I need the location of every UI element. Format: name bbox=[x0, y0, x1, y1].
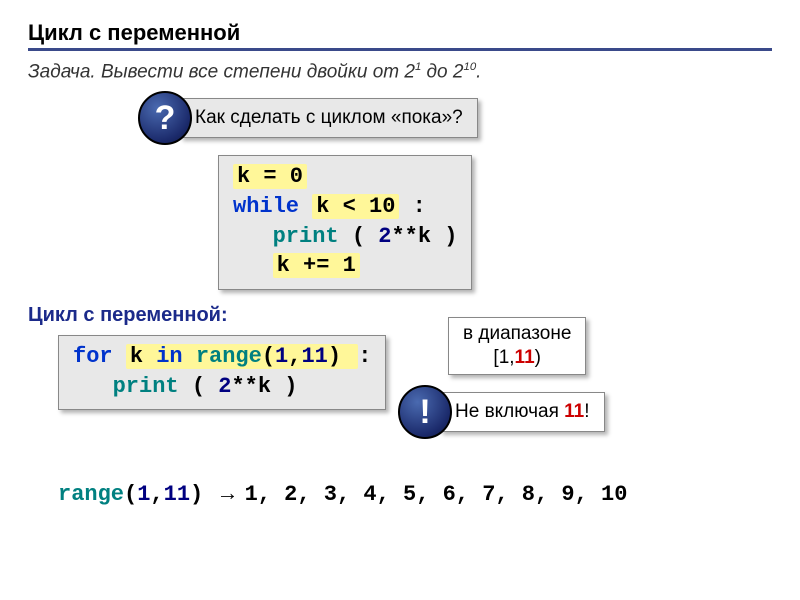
rl-nums: 1, 2, 3, 4, 5, 6, 7, 8, 9, 10 bbox=[245, 482, 628, 507]
code2-eleven: 11 bbox=[301, 344, 327, 369]
task-exp2: 10 bbox=[463, 61, 476, 73]
exclude-callout: ! Не включая 11! bbox=[398, 385, 605, 439]
range-expansion: range(1,11) → 1, 2, 3, 4, 5, 6, 7, 8, 9,… bbox=[58, 480, 772, 507]
exclaim-badge-icon: ! bbox=[398, 385, 452, 439]
code1-p2: ) bbox=[444, 224, 457, 249]
code2-p1: ( bbox=[262, 344, 275, 369]
question-callout: ? Как сделать с циклом «пока»? bbox=[138, 91, 772, 145]
question-text: Как сделать с циклом «пока»? bbox=[180, 98, 478, 138]
code2-k: k bbox=[130, 344, 143, 369]
range-callout: в диапазоне [1,11) bbox=[448, 317, 586, 375]
code2-two: 2 bbox=[218, 374, 231, 399]
task-text: Задача. Вывести все степени двойки от 2 1… bbox=[28, 61, 772, 83]
excl-b: 11 bbox=[564, 401, 584, 422]
exclude-text: Не включая 11! bbox=[440, 392, 605, 432]
code-block-while: k = 0 while k < 10 : print ( 2**k ) k +=… bbox=[218, 155, 772, 290]
code2-in: in bbox=[156, 344, 182, 369]
code1-incr: k += 1 bbox=[273, 253, 360, 278]
task-end: . bbox=[476, 61, 481, 82]
range-callout-c: 11 bbox=[515, 347, 535, 368]
excl-c: ! bbox=[584, 401, 589, 422]
rl-comma: , bbox=[150, 482, 163, 507]
code2-one: 1 bbox=[275, 344, 288, 369]
range-callout-line1: в диапазоне bbox=[463, 322, 571, 346]
task-mid: до 2 bbox=[421, 61, 463, 82]
rl-11: 11 bbox=[164, 482, 190, 507]
code2-p2: ) bbox=[328, 344, 341, 369]
code2-comma: , bbox=[288, 344, 301, 369]
code2-pp2: ) bbox=[284, 374, 297, 399]
code2-colon: : bbox=[358, 344, 371, 369]
rl-p2: ) bbox=[190, 482, 203, 507]
code2-print: print bbox=[113, 374, 179, 399]
rl-1: 1 bbox=[137, 482, 150, 507]
rl-range: range bbox=[58, 482, 124, 507]
code1-l1: k = 0 bbox=[233, 164, 307, 189]
for-section: for k in range(1,11) : print ( 2**k ) в bbox=[28, 335, 772, 410]
code1-cond: k < 10 bbox=[312, 194, 399, 219]
code1-colon: : bbox=[413, 194, 426, 219]
code2-for: for bbox=[73, 344, 113, 369]
code1-while: while bbox=[233, 194, 299, 219]
slide-title: Цикл с переменной bbox=[28, 20, 772, 51]
code2-pp1: ( bbox=[192, 374, 205, 399]
code-block-for: for k in range(1,11) : print ( 2**k ) bbox=[58, 335, 386, 410]
code1-starsk: **k bbox=[391, 224, 431, 249]
rl-p1: ( bbox=[124, 482, 137, 507]
excl-a: Не включая bbox=[455, 401, 564, 422]
range-callout-d: ) bbox=[535, 347, 541, 368]
code2-range: range bbox=[196, 344, 262, 369]
rl-arrow-icon: → bbox=[216, 480, 244, 505]
task-body-a: Вывести все степени двойки от 2 bbox=[96, 61, 415, 82]
code2-starsk: **k bbox=[231, 374, 271, 399]
task-prefix: Задача. bbox=[28, 61, 96, 82]
code1-two: 2 bbox=[378, 224, 391, 249]
range-callout-b: [1, bbox=[493, 347, 514, 368]
code1-p1: ( bbox=[352, 224, 365, 249]
code1-print: print bbox=[273, 224, 339, 249]
subtitle: Цикл с переменной: bbox=[28, 304, 772, 327]
question-badge-icon: ? bbox=[138, 91, 192, 145]
